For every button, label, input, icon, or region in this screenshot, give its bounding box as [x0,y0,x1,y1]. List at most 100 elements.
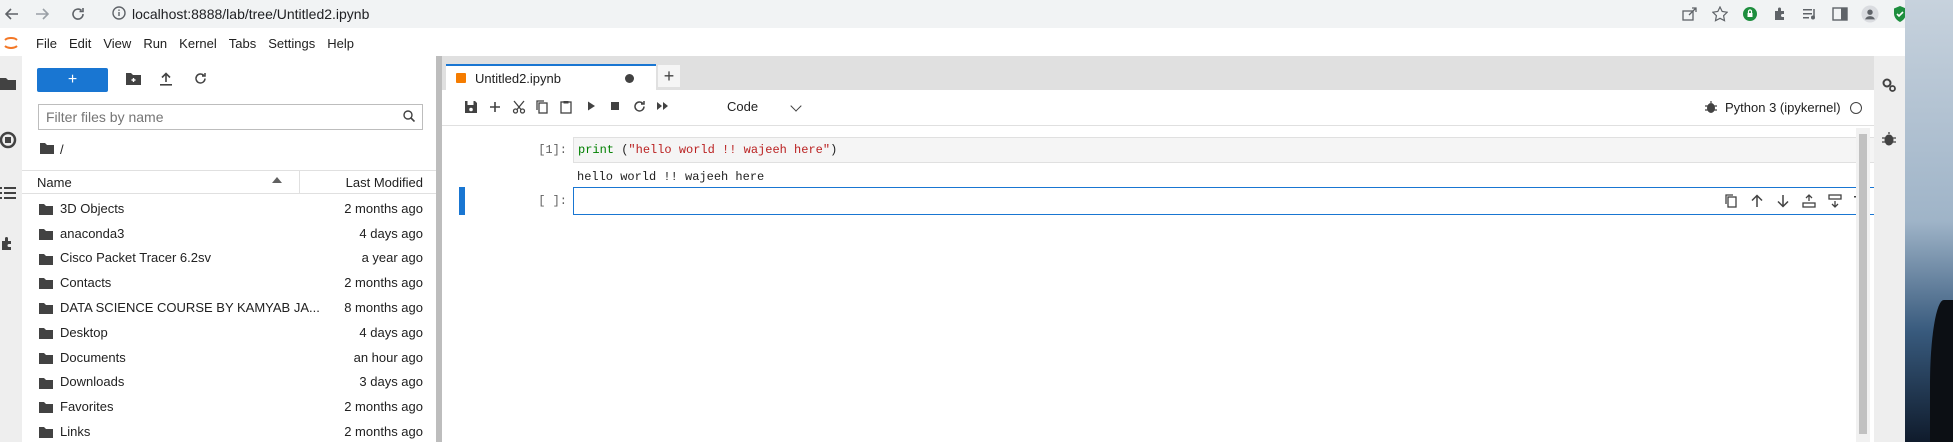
upload-icon[interactable] [160,72,178,90]
file-name: Favorites [60,399,114,415]
file-modified: a year ago [361,250,423,266]
save-icon[interactable] [464,100,480,116]
cell-type-select[interactable]: Code [727,99,758,114]
run-icon[interactable] [585,100,601,116]
list-item[interactable]: anaconda3 4 days ago [22,221,442,246]
column-divider[interactable] [299,171,300,193]
file-name: DATA SCIENCE COURSE BY KAMYAB JA... [60,300,320,316]
code-paren: ( [614,143,629,157]
restart-run-all-icon[interactable] [656,100,672,116]
address-bar[interactable]: localhost:8888/lab/tree/Untitled2.ipynb [98,5,1681,23]
folder-icon [39,352,53,364]
back-icon[interactable] [0,2,24,26]
list-item[interactable]: Contacts 2 months ago [22,270,442,295]
info-icon[interactable] [112,5,126,23]
new-folder-icon[interactable] [126,72,144,90]
menu-view[interactable]: View [103,36,131,51]
list-item[interactable]: Cisco Packet Tracer 6.2sv a year ago [22,246,442,271]
duplicate-cell-icon[interactable] [1724,194,1738,208]
chevron-down-icon[interactable] [790,100,802,112]
media-icon[interactable] [1801,5,1819,23]
toc-icon[interactable] [0,186,18,204]
file-name: Documents [60,349,126,365]
file-filter-field[interactable] [38,104,423,130]
folder-icon [39,426,53,439]
shield-icon[interactable] [1741,5,1759,23]
file-browser-toolbar: + [22,68,442,94]
list-item[interactable]: 3D Objects 2 months ago [22,196,442,221]
paste-icon[interactable] [559,100,575,116]
debugger-sidebar-icon[interactable] [1881,131,1899,149]
move-down-icon[interactable] [1776,194,1790,208]
cell-toolbar [1724,194,1868,208]
menu-settings[interactable]: Settings [268,36,315,51]
list-item[interactable]: Links 2 months ago [22,419,442,442]
tab-untitled2[interactable]: Untitled2.ipynb [446,64,656,90]
insert-above-icon[interactable] [1802,194,1816,208]
column-last-modified[interactable]: Last Modified [346,175,423,190]
scrollbar-thumb[interactable] [1859,134,1867,434]
code-function: print [578,143,615,157]
file-modified: 8 months ago [344,300,423,316]
vertical-scrollbar[interactable] [1856,128,1870,442]
profile-icon[interactable] [1861,5,1879,23]
unsaved-indicator-icon[interactable] [625,73,634,83]
sidebar-icon[interactable] [1831,5,1849,23]
filter-input[interactable] [46,109,403,125]
list-item[interactable]: Favorites 2 months ago [22,394,442,419]
right-sidebar-tabs [1874,56,1905,442]
share-icon[interactable] [1681,5,1699,23]
list-item[interactable]: Downloads 3 days ago [22,370,442,395]
notebook-icon [456,73,466,83]
home-folder-icon[interactable] [40,142,54,157]
url-text[interactable]: localhost:8888/lab/tree/Untitled2.ipynb [132,6,369,22]
refresh-icon[interactable] [194,72,212,90]
debugger-icon[interactable] [1704,100,1720,116]
browser-toolbar: localhost:8888/lab/tree/Untitled2.ipynb [0,0,1953,28]
menu-help[interactable]: Help [327,36,354,51]
folder-icon [39,302,53,315]
folder-icon [39,327,53,339]
kernel-status-icon [1850,102,1862,114]
notebook-cells: [1]: print ("hello world !! wajeeh here"… [442,128,1883,442]
list-item[interactable]: Desktop 4 days ago [22,320,442,345]
column-name[interactable]: Name [37,175,72,190]
property-inspector-icon[interactable] [1881,77,1899,95]
breadcrumb-path[interactable]: / [60,142,64,157]
file-name: Cisco Packet Tracer 6.2sv [60,250,211,266]
folder-icon[interactable] [0,76,18,94]
file-modified: 2 months ago [344,200,423,216]
list-item[interactable]: DATA SCIENCE COURSE BY KAMYAB JA... 8 mo… [22,295,442,320]
menu-edit[interactable]: Edit [69,36,91,51]
file-modified: an hour ago [353,349,423,365]
new-launcher-button[interactable]: + [37,68,108,92]
code-input[interactable]: print ("hello world !! wajeeh here") [573,137,1883,163]
stop-icon[interactable] [609,100,625,116]
code-input[interactable] [573,187,1883,215]
forward-icon[interactable] [30,2,54,26]
file-name: 3D Objects [60,200,125,216]
notebook-toolbar: Code Python 3 (ipykernel) [442,90,1874,126]
extensions-icon[interactable] [1771,5,1789,23]
move-up-icon[interactable] [1750,194,1764,208]
menu-file[interactable]: File [36,36,57,51]
insert-cell-icon[interactable] [488,100,504,116]
file-name: Desktop [60,324,108,340]
kernel-name[interactable]: Python 3 (ipykernel) [1725,100,1841,115]
menu-kernel[interactable]: Kernel [179,36,217,51]
file-modified: 3 days ago [359,374,423,390]
restart-kernel-icon[interactable] [633,100,649,116]
list-item[interactable]: Documents an hour ago [22,345,442,370]
cut-icon[interactable] [512,100,528,116]
star-icon[interactable] [1711,5,1729,23]
menu-tabs[interactable]: Tabs [229,36,256,51]
insert-below-icon[interactable] [1828,194,1842,208]
copy-icon[interactable] [535,100,551,116]
running-icon[interactable] [0,131,18,149]
add-tab-button[interactable]: + [658,65,680,87]
execution-count: [1]: [538,143,567,157]
menu-run[interactable]: Run [143,36,167,51]
reload-icon[interactable] [66,2,90,26]
sort-ascending-icon[interactable] [272,177,282,183]
extension-manager-icon[interactable] [0,236,18,254]
